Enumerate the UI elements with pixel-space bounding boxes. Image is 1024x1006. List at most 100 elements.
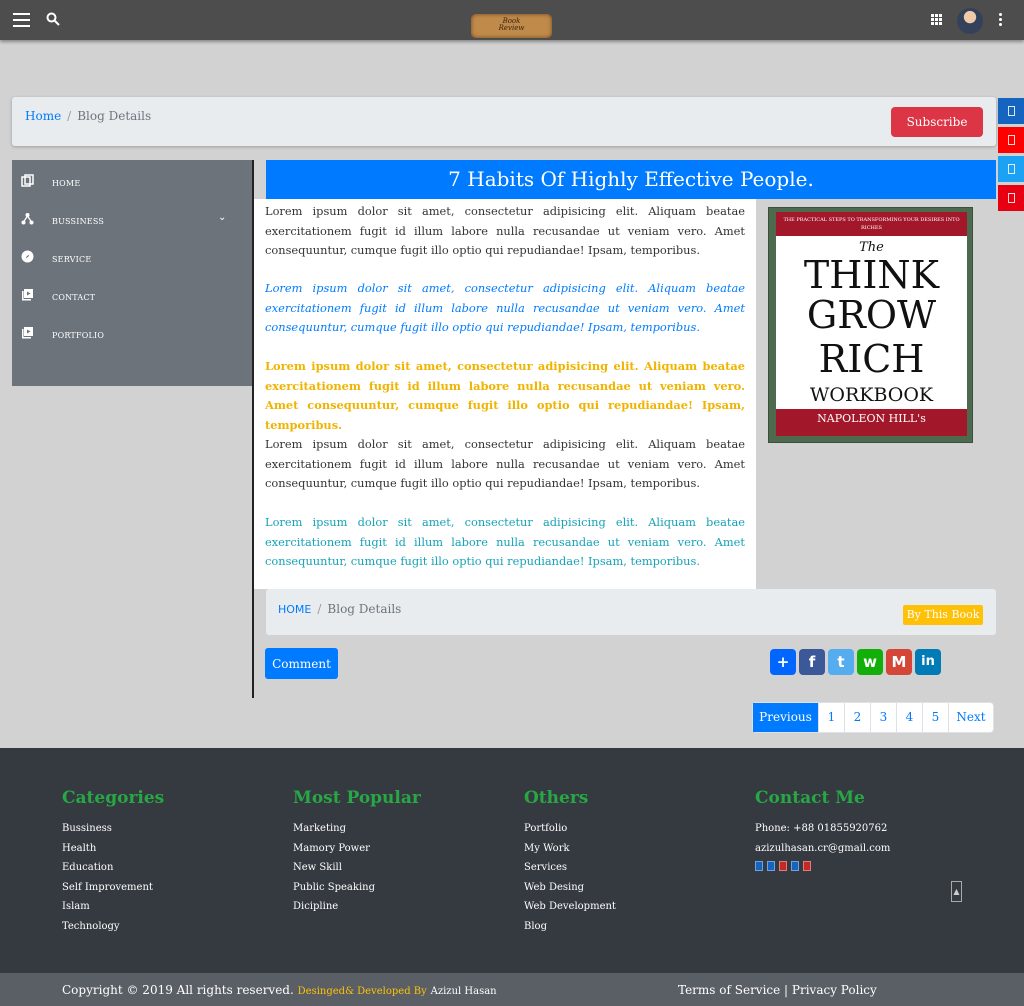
terms-privacy-links[interactable]: Terms of Service | Privacy Policy [678, 983, 877, 997]
footer-link[interactable]: Blog [524, 917, 616, 937]
avatar[interactable] [957, 8, 983, 34]
buy-book-button[interactable]: By This Book [903, 605, 983, 625]
footer-link[interactable]: Education [62, 858, 164, 878]
twitter-icon[interactable] [767, 861, 775, 871]
pagination-page[interactable]: 5 [923, 703, 949, 732]
facebook-icon[interactable] [755, 861, 763, 871]
twitter-icon[interactable] [998, 156, 1024, 182]
footer-link[interactable]: Health [62, 839, 164, 859]
article-paragraph: Lorem ipsum dolor sit amet, consectetur … [265, 359, 745, 432]
footer-categories: Categories Bussiness Health Education Se… [62, 788, 164, 936]
developer-name[interactable]: Azizul Hasan [431, 986, 497, 997]
footer-link[interactable]: Mamory Power [293, 839, 421, 859]
sidebar-item-contact[interactable]: CONTACT [12, 280, 252, 310]
book-title-think: THINK [803, 253, 940, 297]
sidebar-item-label: HOME [52, 179, 81, 188]
sidebar-item-service[interactable]: SERVICE [12, 242, 252, 272]
footer-link[interactable]: New Skill [293, 858, 421, 878]
youtube-icon[interactable] [998, 127, 1024, 153]
linkedin-icon[interactable]: in [915, 649, 941, 675]
pagination-page[interactable]: 3 [871, 703, 897, 732]
footer-link[interactable]: Technology [62, 917, 164, 937]
footer-contact: Contact Me Phone: +88 01855920762 azizul… [755, 788, 890, 871]
compass-icon [21, 250, 34, 263]
more-vertical-icon[interactable] [999, 13, 1003, 27]
sidebar-item-label: BUSSINESS [52, 217, 105, 226]
pagination-page[interactable]: 2 [845, 703, 871, 732]
article-title: 7 Habits Of Highly Effective People. [266, 160, 996, 199]
facebook-icon[interactable]: f [799, 649, 825, 675]
footer: Categories Bussiness Health Education Se… [0, 748, 1024, 973]
developer-label: Desinged& Developed By [297, 986, 427, 997]
book-author: NAPOLEON HILL's [776, 409, 967, 436]
comment-button[interactable]: Comment [265, 648, 338, 679]
chevron-down-icon[interactable]: ⌄ [218, 212, 226, 223]
footer-link[interactable]: Portfolio [524, 819, 616, 839]
gmail-icon[interactable]: M [886, 649, 912, 675]
footer-link[interactable]: Marketing [293, 819, 421, 839]
book-tagline: THE PRACTICAL STEPS TO TRANSFORMING YOUR… [776, 212, 967, 236]
footer-link[interactable]: Web Desing [524, 878, 616, 898]
network-icon [21, 213, 34, 225]
footer-heading: Others [524, 788, 589, 808]
copyright-bar: Copyright © 2019 All rights reserved. De… [0, 973, 1024, 1006]
youtube-icon[interactable] [779, 861, 787, 871]
facebook-icon[interactable] [998, 98, 1024, 124]
pagination-next[interactable]: Next [949, 703, 993, 732]
footer-link[interactable]: Web Development [524, 897, 616, 917]
menu-icon[interactable] [13, 13, 30, 27]
share-buttons: + f t w M in [770, 649, 944, 675]
site-logo[interactable]: Book Review [471, 14, 552, 38]
apps-grid-icon[interactable] [931, 14, 943, 25]
footer-link[interactable]: Public Speaking [293, 878, 421, 898]
breadcrumb-current: Blog Details [327, 602, 402, 616]
sidebar-item-home[interactable]: HOME [12, 166, 252, 196]
share-plus-icon[interactable]: + [770, 649, 796, 675]
top-navbar: Book Review [0, 0, 1024, 40]
footer-link[interactable]: Dicipline [293, 897, 421, 917]
breadcrumb-current: Blog Details [77, 109, 152, 123]
pagination: Previous 1 2 3 4 5 Next [752, 702, 994, 733]
footer-link[interactable]: Self Improvement [62, 878, 164, 898]
footer-heading: Contact Me [755, 788, 865, 808]
sidebar-item-label: SERVICE [52, 255, 92, 264]
footer-link[interactable]: Services [524, 858, 616, 878]
copyright-notice: Copyright © 2019 All rights reserved. [62, 983, 294, 997]
article-breadcrumb-bar: HOME / Blog Details By This Book [266, 589, 996, 635]
subscribe-button[interactable]: Subscribe [891, 107, 983, 137]
logo-line2: Review [498, 24, 525, 32]
sidebar-item-label: CONTACT [52, 293, 96, 302]
footer-link[interactable]: My Work [524, 839, 616, 859]
breadcrumb: Home / Blog Details [25, 109, 151, 123]
breadcrumb-home-link[interactable]: Home [25, 109, 61, 123]
pagination-page[interactable]: 1 [819, 703, 845, 732]
pagination-previous[interactable]: Previous [753, 703, 819, 732]
sidebar-item-bussiness[interactable]: BUSSINESS ⌄ [12, 204, 252, 234]
pinterest-icon[interactable] [803, 861, 811, 871]
footer-heading: Categories [62, 788, 165, 808]
footer-link[interactable]: Islam [62, 897, 164, 917]
book-title-grow: GROW [806, 293, 937, 337]
sidebar-item-label: PORTFOLIO [52, 331, 105, 340]
breadcrumb-separator: / [317, 602, 322, 616]
article-body: Lorem ipsum dolor sit amet, consectetur … [254, 199, 756, 589]
video-library-icon [22, 289, 33, 301]
footer-most-popular: Most Popular Marketing Mamory Power New … [293, 788, 421, 917]
breadcrumb: HOME / Blog Details [278, 602, 401, 616]
contact-phone: Phone: +88 01855920762 [755, 823, 888, 834]
whatsapp-icon[interactable]: w [857, 649, 883, 675]
pagination-page[interactable]: 4 [897, 703, 923, 732]
search-icon[interactable] [46, 12, 60, 26]
breadcrumb-home-link[interactable]: HOME [278, 603, 311, 616]
linkedin-icon[interactable] [791, 861, 799, 871]
sidebar-item-portfolio[interactable]: PORTFOLIO [12, 318, 252, 348]
twitter-icon[interactable]: t [828, 649, 854, 675]
pinterest-icon[interactable] [998, 185, 1024, 211]
contact-email[interactable]: azizulhasan.cr@gmail.com [755, 839, 890, 859]
footer-link[interactable]: Bussiness [62, 819, 164, 839]
scroll-to-top-icon[interactable]: ▲ [951, 881, 962, 902]
copy-icon [21, 174, 34, 187]
breadcrumb-bar: Home / Blog Details Subscribe [12, 97, 996, 146]
footer-others: Others Portfolio My Work Services Web De… [524, 788, 616, 936]
book-cover-image: THE PRACTICAL STEPS TO TRANSFORMING YOUR… [768, 207, 973, 443]
